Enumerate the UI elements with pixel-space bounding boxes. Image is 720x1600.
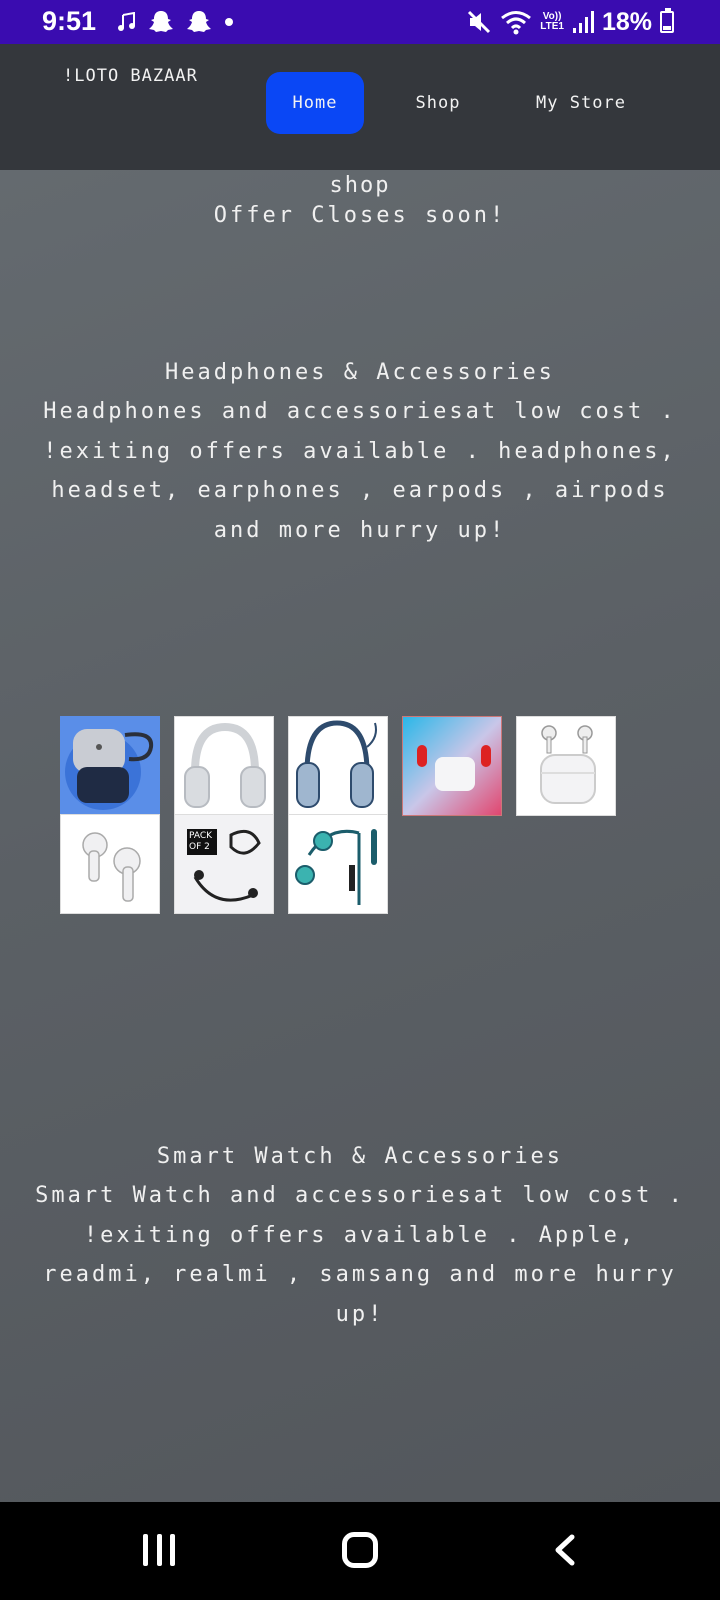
- system-icons: Vo)) LTE1 18%: [466, 4, 674, 40]
- system-navigation-bar: [0, 1502, 720, 1600]
- app-header: !LOTO BAZAAR Home Shop My Store: [0, 44, 720, 170]
- product-thumb-silver-headphones[interactable]: [174, 716, 274, 816]
- back-button[interactable]: [550, 1534, 580, 1566]
- product-thumb-airpods-3[interactable]: [516, 716, 616, 816]
- signal-icon: [572, 11, 594, 33]
- snapchat-icon: [149, 11, 173, 32]
- status-bar: 9:51 Vo)) LTE1 18%: [0, 0, 720, 44]
- product-thumb-airpods-pro[interactable]: [60, 814, 160, 914]
- nav-home-button[interactable]: Home: [266, 72, 364, 134]
- airpods-red-blue-image: [403, 717, 501, 815]
- smartwatch-section-title: Smart Watch & Accessories: [156, 1144, 564, 1169]
- headphones-section-title: Headphones & Accessories: [165, 360, 555, 385]
- smartwatch-section-description: Smart Watch and accessoriesat low cost .…: [35, 1183, 685, 1327]
- main-content: shop Offer Closes soon! Headphones & Acc…: [0, 170, 720, 1502]
- home-button[interactable]: [342, 1532, 378, 1568]
- over-ear-headphones-blue-image: [289, 717, 387, 815]
- music-note-icon: [118, 12, 135, 31]
- lte-label: LTE1: [540, 21, 564, 32]
- dot-icon: [225, 18, 233, 26]
- wifi-icon: [501, 11, 532, 35]
- teal-earphones-image: [289, 815, 387, 913]
- headphones-section-description: Headphones and accessoriesat low cost . …: [43, 399, 677, 543]
- product-thumbnails: PACK OF 2: [60, 716, 660, 916]
- status-time: 9:51: [42, 6, 97, 36]
- product-thumb-teal-earphones[interactable]: [288, 814, 388, 914]
- snapchat-icon: [187, 11, 211, 32]
- product-thumb-earphones-pack[interactable]: PACK OF 2: [174, 814, 274, 914]
- airpods-3-image: [517, 717, 615, 815]
- lte-indicator: Vo)) LTE1: [540, 12, 564, 32]
- airpods-case-image: [61, 717, 159, 815]
- nav-my-store-link[interactable]: My Store: [526, 72, 636, 134]
- nav-shop-link[interactable]: Shop: [400, 72, 476, 134]
- over-ear-headphones-silver-image: [175, 717, 273, 815]
- notification-icons: [118, 6, 234, 38]
- product-thumb-airpods-neon[interactable]: [402, 716, 502, 816]
- product-thumb-blue-headphones[interactable]: [288, 716, 388, 816]
- mute-icon: [468, 10, 491, 34]
- brand-logo-text[interactable]: !LOTO BAZAAR: [63, 66, 198, 86]
- airpods-pro-image: [61, 815, 159, 913]
- battery-percent: 18%: [601, 7, 652, 36]
- product-thumb-airpods-case[interactable]: [60, 716, 160, 816]
- shop-heading: shop: [329, 173, 391, 198]
- recent-apps-button[interactable]: [143, 1534, 175, 1566]
- pack-badge: PACK OF 2: [189, 831, 213, 852]
- wired-earphones-pack-image: [175, 815, 273, 913]
- battery-icon: [660, 8, 674, 33]
- offer-banner-text: Offer Closes soon!: [213, 203, 507, 228]
